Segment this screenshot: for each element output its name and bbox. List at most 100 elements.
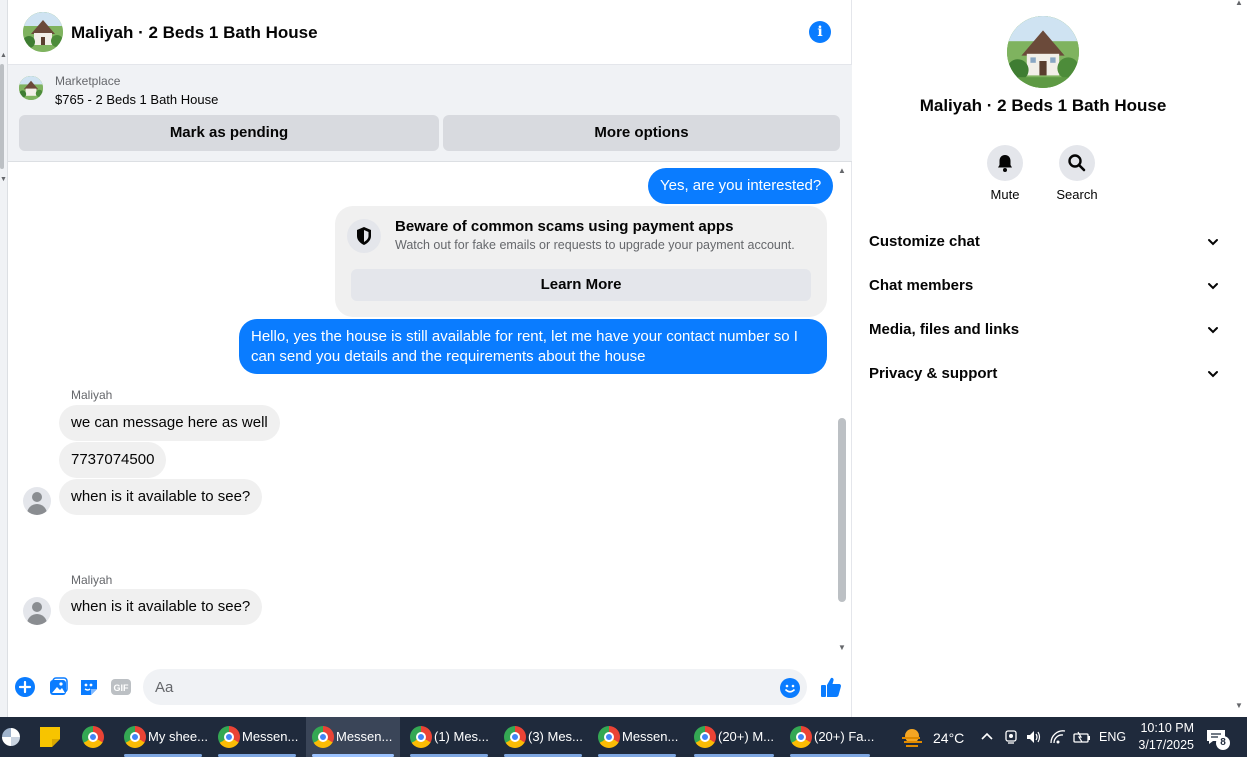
scroll-down-arrow-icon[interactable]: ▼ [0, 176, 7, 183]
composer: GIF [8, 662, 852, 712]
screen: ▲ ▼ Maliyah · 2 Beds 1 Bath House i Mark… [0, 0, 1247, 757]
left-scroll-thumb[interactable] [0, 64, 4, 169]
media-files-links-label: Media, files and links [869, 321, 1020, 338]
more-options-button[interactable]: More options [443, 115, 840, 151]
taskbar-app-sheets[interactable]: My shee... [118, 717, 208, 757]
taskbar-app-messenger-1[interactable]: (1) Mes... [404, 717, 494, 757]
clock-time: 10:10 PM [1140, 721, 1194, 735]
camera-icon[interactable] [1002, 717, 1020, 757]
notifications-icon[interactable]: 8 [1203, 717, 1233, 757]
scroll-down-icon[interactable]: ▼ [1235, 701, 1243, 710]
volume-icon[interactable] [1024, 717, 1044, 757]
listing-avatar[interactable] [23, 12, 63, 52]
plus-icon[interactable] [14, 676, 36, 698]
shield-icon [347, 219, 381, 253]
privacy-support-label: Privacy & support [869, 365, 998, 382]
chat-members-label: Chat members [869, 277, 974, 294]
scroll-up-arrow-icon[interactable]: ▲ [0, 52, 7, 59]
bell-icon [987, 145, 1023, 181]
emoji-icon[interactable] [780, 678, 800, 698]
chevron-down-icon [1208, 283, 1218, 290]
scroll-down-icon[interactable]: ▼ [838, 643, 846, 652]
scroll-up-icon[interactable]: ▲ [838, 166, 846, 175]
chat-title[interactable]: Maliyah · 2 Beds 1 Bath House [71, 23, 318, 43]
outgoing-message[interactable]: Yes, are you interested? [648, 168, 834, 204]
weather-icon [902, 729, 922, 747]
taskbar-app-messenger-3[interactable]: (3) Mes... [498, 717, 588, 757]
chat-header: Maliyah · 2 Beds 1 Bath House i [8, 0, 852, 65]
sender-name: Maliyah [71, 388, 113, 402]
panel-scrollbar[interactable]: ▲ ▼ [1235, 0, 1245, 717]
pinwheel-app-icon[interactable] [0, 717, 24, 757]
chat-members-item[interactable]: Chat members [869, 266, 1219, 306]
listing-title[interactable]: $765 - 2 Beds 1 Bath House [55, 92, 218, 107]
mute-label: Mute [990, 187, 1020, 202]
battery-icon[interactable] [1071, 717, 1093, 757]
chat-details-panel: Maliyah · 2 Beds 1 Bath House Mute Searc… [853, 0, 1247, 717]
search-label: Search [1056, 187, 1098, 202]
left-edge-strip: ▲ ▼ [0, 0, 8, 717]
incoming-message[interactable]: when is it available to see? [59, 589, 263, 625]
taskbar-app-messenger-2[interactable]: Messen... [592, 717, 682, 757]
taskbar-app-messenger-20[interactable]: (20+) M... [688, 717, 780, 757]
temperature: 24°C [933, 730, 965, 746]
info-icon[interactable]: i [809, 21, 831, 43]
chrome-icon [694, 726, 716, 748]
sticker-icon[interactable] [78, 676, 100, 698]
details-title: Maliyah · 2 Beds 1 Bath House [919, 96, 1167, 115]
sender-avatar[interactable] [23, 597, 51, 625]
scroll-up-icon[interactable]: ▲ [1235, 0, 1243, 7]
chevron-down-icon [1208, 327, 1218, 334]
notification-count: 8 [1216, 736, 1230, 750]
chrome-icon [790, 726, 812, 748]
outgoing-message[interactable]: Hello, yes the house is still available … [239, 319, 827, 374]
learn-more-button[interactable]: Learn More [351, 269, 811, 301]
incoming-message[interactable]: we can message here as well [59, 405, 280, 441]
taskbar-app-facebook[interactable]: (20+) Fa... [784, 717, 876, 757]
windows-taskbar: My shee... Messen... Messen... (1) Mes..… [0, 717, 1247, 757]
incoming-message[interactable]: 7737074500 [59, 442, 167, 478]
chrome-icon[interactable] [76, 717, 112, 757]
details-avatar[interactable] [1007, 16, 1079, 88]
language-indicator[interactable]: ENG [1099, 717, 1129, 757]
marketplace-label: Marketplace [55, 74, 121, 88]
chat-column: Maliyah · 2 Beds 1 Bath House i Marketpl… [8, 0, 852, 717]
weather-widget[interactable]: 24°C [900, 717, 970, 757]
customize-chat-item[interactable]: Customize chat [869, 222, 1219, 262]
mark-pending-button[interactable]: Mark as pending [19, 115, 439, 151]
privacy-support-item[interactable]: Privacy & support [869, 354, 1219, 394]
chevron-down-icon [1208, 371, 1218, 378]
message-input[interactable] [143, 669, 807, 705]
chrome-icon [598, 726, 620, 748]
taskbar-app-messenger-active[interactable]: Messen... [306, 717, 400, 757]
sender-name: Maliyah [71, 573, 113, 587]
media-files-links-item[interactable]: Media, files and links [869, 310, 1219, 350]
message-list: Yes, are you interested? Beware of commo… [8, 162, 852, 655]
search-button[interactable]: Search [1047, 145, 1107, 202]
chrome-icon [124, 726, 146, 748]
clock-date: 3/17/2025 [1138, 738, 1194, 752]
scroll-thumb[interactable] [838, 418, 846, 602]
listing-thumbnail[interactable] [19, 76, 43, 100]
scam-warning-title: Beware of common scams using payment app… [395, 218, 734, 235]
taskbar-app-messenger[interactable]: Messen... [212, 717, 302, 757]
scam-warning-text: Watch out for fake emails or requests to… [395, 238, 795, 252]
wifi-icon[interactable] [1048, 717, 1068, 757]
clock[interactable]: 10:10 PM 3/17/2025 [1130, 717, 1194, 757]
like-icon[interactable] [819, 675, 843, 699]
chrome-icon [312, 726, 334, 748]
gif-icon[interactable]: GIF [110, 676, 132, 698]
chevron-up-icon[interactable] [978, 717, 1000, 757]
message-scrollbar[interactable]: ▲ ▼ [836, 162, 848, 655]
incoming-message[interactable]: when is it available to see? [59, 479, 263, 515]
marketplace-panel: Marketplace $765 - 2 Beds 1 Bath House M… [8, 65, 852, 162]
chrome-icon [218, 726, 240, 748]
sender-avatar[interactable] [23, 487, 51, 515]
sticky-notes-icon[interactable] [32, 717, 68, 757]
customize-chat-label: Customize chat [869, 233, 980, 250]
mute-button[interactable]: Mute [975, 145, 1035, 202]
scam-warning-card: Beware of common scams using payment app… [335, 206, 827, 317]
photo-icon[interactable] [47, 676, 69, 698]
chevron-down-icon [1208, 239, 1218, 246]
gif-label: GIF [114, 683, 130, 693]
